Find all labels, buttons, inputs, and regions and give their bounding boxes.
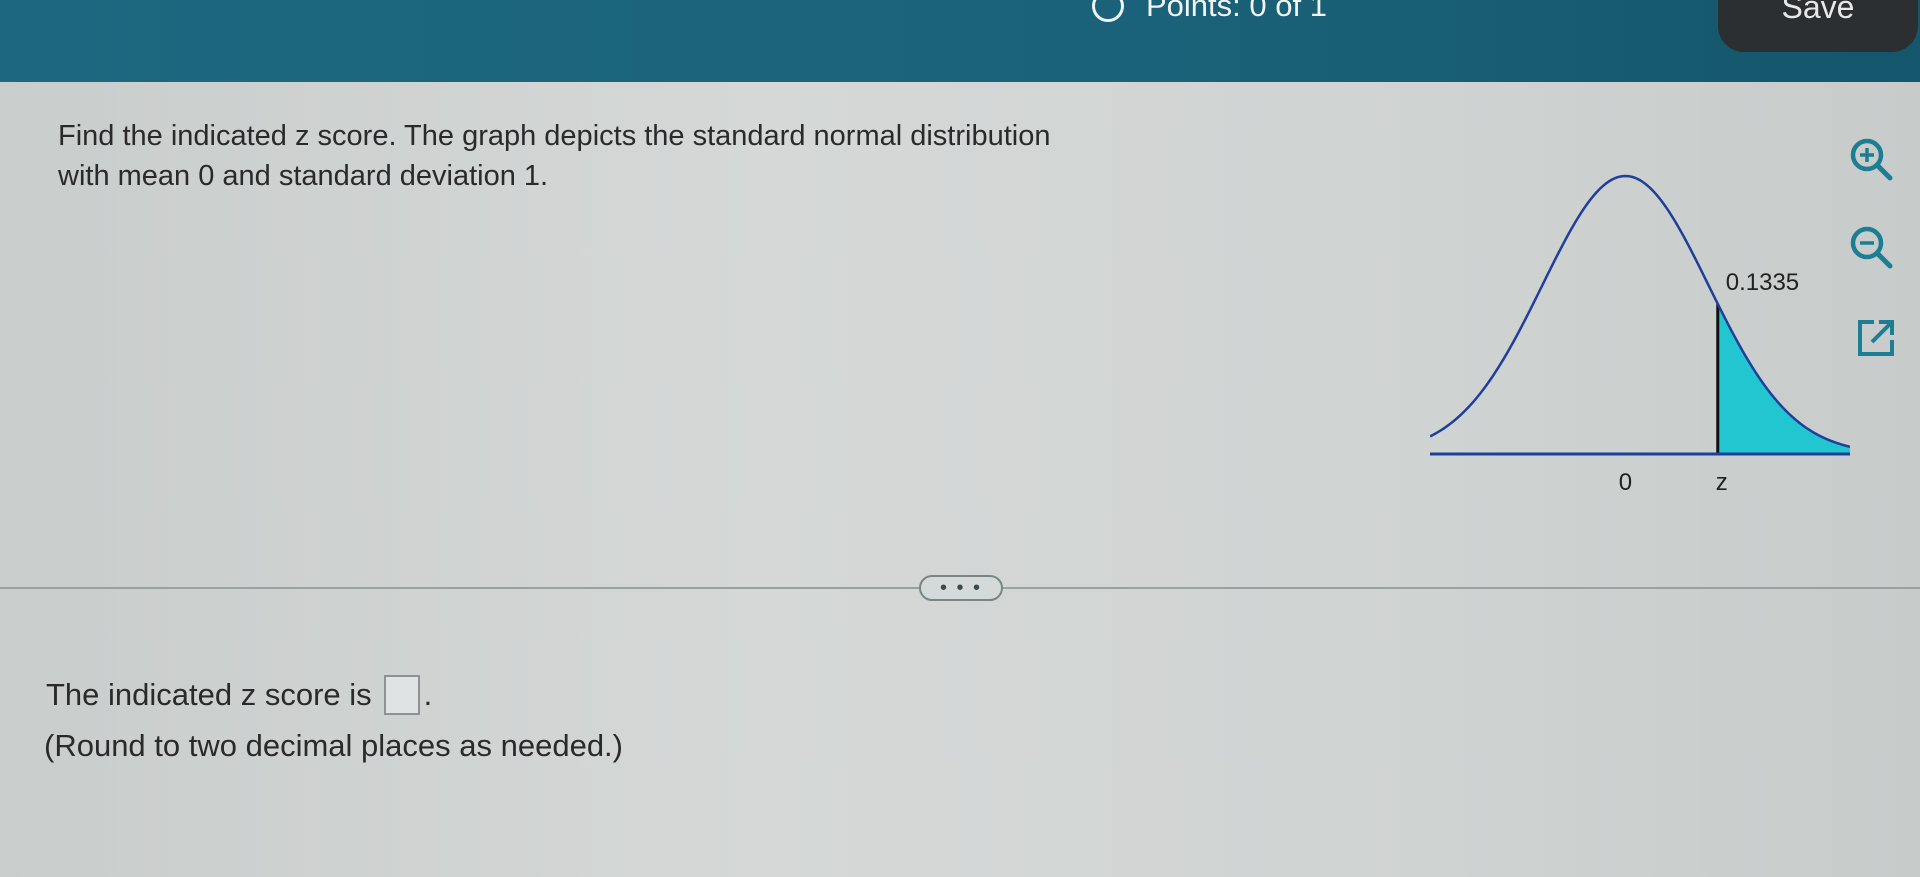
zoom-in-icon[interactable] xyxy=(1846,134,1896,184)
points-status-icon xyxy=(1092,0,1124,22)
bell-curve xyxy=(1430,174,1850,448)
normal-distribution-graph: 0.1335 0 z xyxy=(1430,174,1850,496)
points-indicator: Points: 0 of 1 xyxy=(1092,0,1327,26)
zoom-out-icon[interactable] xyxy=(1846,222,1896,272)
mean-tick-label: 0 xyxy=(1619,469,1632,496)
question-line-1: Find the indicated z score. The graph de… xyxy=(58,120,1051,152)
external-link-icon[interactable] xyxy=(1854,316,1904,366)
z-score-answer-input[interactable] xyxy=(383,675,420,715)
answer-prompt: The indicated z score is xyxy=(46,677,372,712)
question-text: Find the indicated z score. The graph de… xyxy=(58,116,1298,196)
rounding-instruction: (Round to two decimal places as needed.) xyxy=(44,728,623,763)
area-label: 0.1335 xyxy=(1726,269,1799,296)
expand-more-button[interactable]: • • • xyxy=(919,575,1003,601)
save-button[interactable]: Save xyxy=(1718,0,1918,52)
top-bar: Points: 0 of 1 Save xyxy=(0,0,1920,82)
question-line-2: with mean 0 and standard deviation 1. xyxy=(58,160,549,192)
shaded-tail-area xyxy=(1717,303,1850,454)
answer-suffix: . xyxy=(423,677,433,712)
z-tick-label: z xyxy=(1716,469,1728,496)
points-label: Points: 0 of 1 xyxy=(1146,0,1327,23)
answer-row: The indicated z score is . xyxy=(46,675,432,715)
